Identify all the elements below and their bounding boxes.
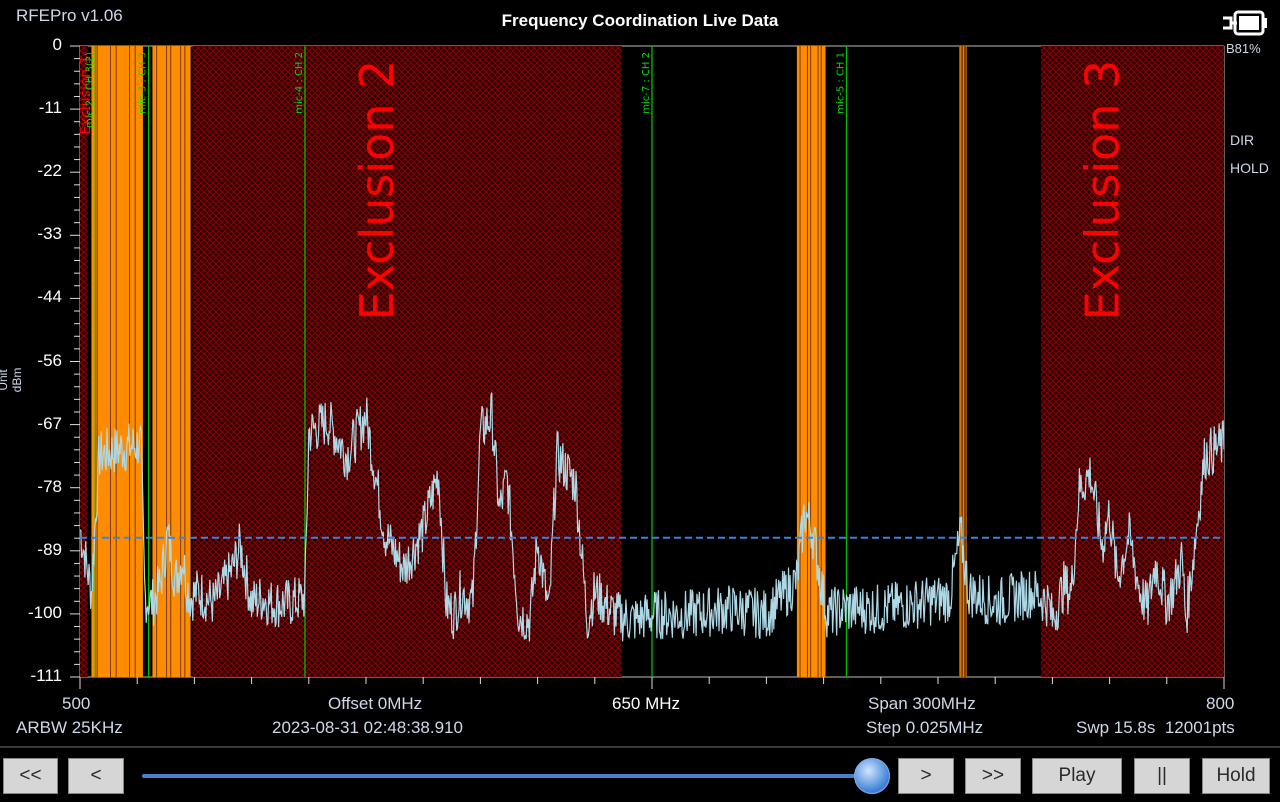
hold-button[interactable]: Hold	[1202, 758, 1270, 794]
playback-toolbar: << < > >> Play || Hold	[0, 746, 1280, 802]
detector-mode: DIR	[1230, 132, 1255, 148]
exclusion-label: Exclusion 3	[1075, 60, 1129, 321]
mic-channel-label: mic-5 : CH 1	[835, 52, 846, 114]
y-tick-label: -44	[37, 287, 62, 307]
arbw-label: ARBW 25KHz	[16, 718, 123, 737]
exclusion-label: Exclusion 2	[350, 60, 404, 321]
rewind-button[interactable]: <<	[3, 758, 58, 794]
mic-channel-label: mic-7 : CH 2	[641, 52, 652, 114]
fast-forward-button[interactable]: >>	[965, 758, 1021, 794]
y-tick-label: -11	[38, 98, 62, 118]
x-end-label: 800	[1206, 694, 1235, 713]
span-label: Span 300MHz	[868, 694, 976, 713]
mic-channel-label: mic-2 : CH 3(2)	[84, 52, 95, 128]
step-forward-button[interactable]: >	[898, 758, 954, 794]
play-button[interactable]: Play	[1032, 758, 1122, 794]
x-center-label: 650 MHz	[612, 694, 681, 713]
playback-slider-thumb[interactable]	[854, 758, 890, 794]
mic-channel-label: mic-3 : CH 3	[138, 52, 149, 114]
y-tick-label: -22	[37, 161, 62, 181]
y-tick-label: -56	[37, 350, 62, 370]
hold-mode: HOLD	[1230, 160, 1269, 176]
spectrum-chart: Exclusion 1 Exclusion 2 Exclusion 3mic-2 :…	[70, 45, 1225, 689]
timestamp-label: 2023-08-31 02:48:38.910	[272, 718, 463, 737]
mic-channel-label: mic-4 : CH 2	[294, 52, 305, 114]
exclusion-zone	[1040, 46, 1224, 677]
y-axis-unit: Unit dBm	[0, 367, 24, 393]
pause-button[interactable]: ||	[1134, 758, 1190, 794]
offset-label: Offset 0MHz	[328, 694, 423, 713]
step-back-button[interactable]: <	[68, 758, 124, 794]
y-tick-label: -78	[37, 476, 62, 496]
x-start-label: 500	[62, 694, 91, 713]
y-tick-label: 0	[52, 35, 62, 54]
exclusion-zone	[80, 46, 88, 677]
battery-percentage: B81%	[1226, 41, 1261, 56]
sweep-label: Swp 15.8s 12001pts	[1076, 718, 1235, 737]
playback-slider-track[interactable]	[142, 774, 872, 778]
y-tick-label: -33	[37, 224, 62, 244]
y-tick-label: -100	[27, 602, 62, 622]
step-label: Step 0.025MHz	[866, 718, 984, 737]
y-tick-label: -89	[37, 539, 62, 559]
chart-title: Frequency Coordination Live Data	[501, 11, 779, 30]
y-tick-label: -67	[37, 413, 62, 433]
battery-charging-icon	[1223, 10, 1267, 36]
y-tick-label: -111	[30, 666, 62, 685]
